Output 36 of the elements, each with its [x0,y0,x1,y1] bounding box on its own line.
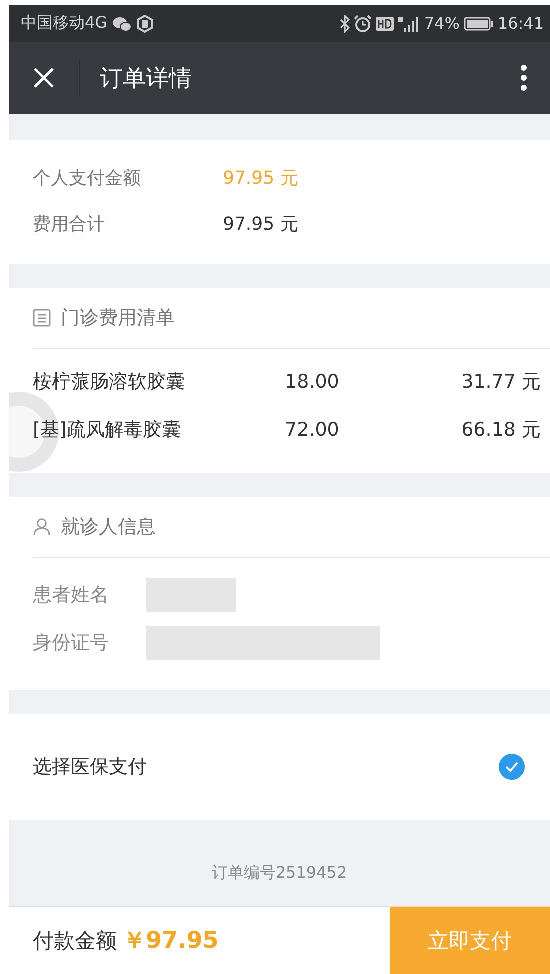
price-value: 31.77 元 [460,370,541,395]
list-icon [33,309,51,327]
close-icon[interactable] [33,67,55,89]
total-label: 付款金额 [33,928,117,954]
drug-name: 桉柠蒎肠溶软胶囊 [33,370,186,395]
carrier-label: 中国移动4G [21,13,108,34]
bluetooth-icon [340,14,350,32]
hexagon-icon [136,14,154,32]
person-icon [33,518,51,536]
quantity-value: 72.00 [285,419,340,441]
amount-value: 97.95 元 [223,213,298,236]
option-label: 选择医保支付 [33,755,147,780]
battery-percent: 74% [424,14,460,33]
amount-label: 个人支付金额 [33,167,142,190]
page-title: 订单详情 [100,64,193,94]
amount-label: 费用合计 [33,213,106,236]
order-number: 订单编号2519452 [212,862,348,884]
checkmark-icon [505,761,519,773]
alarm-clock-icon [354,14,372,32]
pay-now-button[interactable]: 立即支付 [390,907,550,974]
total-amount: ￥97.95 [123,927,219,956]
signal-icon [398,14,420,32]
price-value: 66.18 元 [460,418,541,443]
clock-time: 16:41 [498,14,544,33]
quantity-value: 18.00 [285,371,340,393]
chat-bubbles-icon [112,16,132,32]
amount-value: 97.95 元 [223,167,298,190]
section-title: 门诊费用清单 [61,306,175,331]
section-title: 就诊人信息 [61,515,156,540]
battery-icon [464,16,494,32]
field-label: 身份证号 [33,631,110,656]
checkbox[interactable] [499,754,525,780]
menu-icon[interactable] [520,64,528,92]
hd-badge-icon [376,16,394,32]
field-label: 患者姓名 [33,583,110,608]
drug-name: [基]疏风解毒胶囊 [33,418,182,443]
